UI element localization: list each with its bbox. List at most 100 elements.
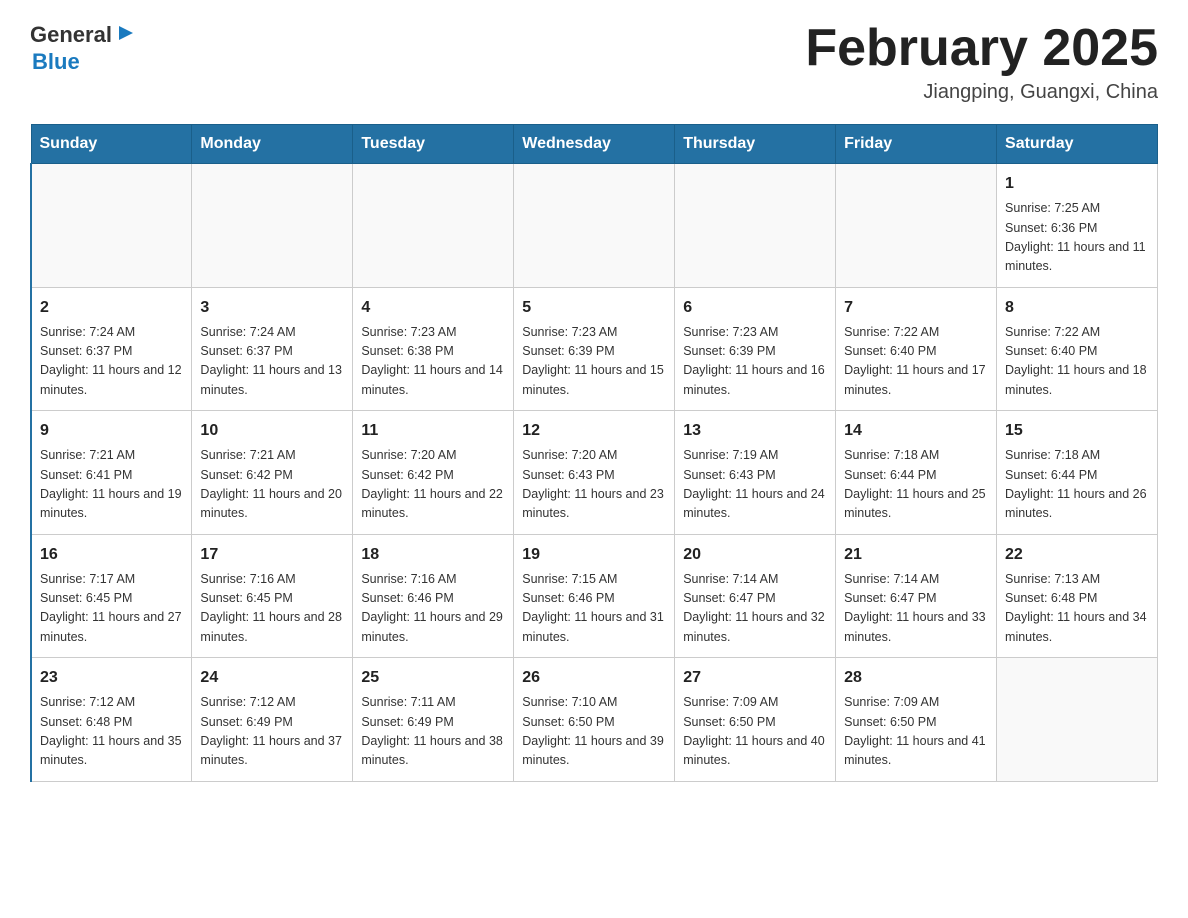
calendar-day-cell: 23 Sunrise: 7:12 AMSunset: 6:48 PMDayligh… (31, 658, 192, 782)
day-info: Sunrise: 7:10 AMSunset: 6:50 PMDaylight:… (522, 693, 666, 771)
day-info: Sunrise: 7:24 AMSunset: 6:37 PMDaylight:… (40, 323, 183, 401)
calendar-day-cell: 27Sunrise: 7:09 AMSunset: 6:50 PMDayligh… (675, 658, 836, 782)
day-number: 12 (522, 419, 666, 443)
calendar-day-cell: 25 Sunrise: 7:11 AMSunset: 6:49 PMDayligh… (353, 658, 514, 782)
day-number: 25 (361, 666, 505, 690)
calendar-header: Sunday Monday Tuesday Wednesday Thursday… (31, 125, 1158, 164)
calendar-day-cell: 16 Sunrise: 7:17 AMSunset: 6:45 PMDayligh… (31, 534, 192, 658)
day-info: Sunrise: 7:18 AMSunset: 6:44 PMDaylight:… (1005, 446, 1149, 524)
day-number: 11 (361, 419, 505, 443)
day-number: 15 (1005, 419, 1149, 443)
day-info: Sunrise: 7:21 AMSunset: 6:41 PMDaylight:… (40, 446, 183, 524)
day-info: Sunrise: 7:14 AMSunset: 6:47 PMDaylight:… (844, 570, 988, 648)
calendar-day-cell: 14Sunrise: 7:18 AMSunset: 6:44 PMDayligh… (836, 411, 997, 535)
calendar-day-cell: 19 Sunrise: 7:15 AMSunset: 6:46 PMDayligh… (514, 534, 675, 658)
calendar-day-cell (675, 164, 836, 288)
day-info: Sunrise: 7:16 AMSunset: 6:45 PMDaylight:… (200, 570, 344, 648)
day-number: 2 (40, 296, 183, 320)
day-number: 24 (200, 666, 344, 690)
logo: General Blue (30, 20, 137, 75)
col-monday: Monday (192, 125, 353, 164)
calendar-day-cell: 8 Sunrise: 7:22 AMSunset: 6:40 PMDaylight… (997, 287, 1158, 411)
day-info: Sunrise: 7:18 AMSunset: 6:44 PMDaylight:… (844, 446, 988, 524)
calendar-day-cell: 7 Sunrise: 7:22 AMSunset: 6:40 PMDaylight… (836, 287, 997, 411)
day-number: 20 (683, 543, 827, 567)
calendar-day-cell: 4Sunrise: 7:23 AMSunset: 6:38 PMDaylight… (353, 287, 514, 411)
day-info: Sunrise: 7:23 AMSunset: 6:39 PMDaylight:… (683, 323, 827, 401)
calendar-week-row: 2 Sunrise: 7:24 AMSunset: 6:37 PMDaylight… (31, 287, 1158, 411)
day-number: 18 (361, 543, 505, 567)
day-info: Sunrise: 7:14 AMSunset: 6:47 PMDaylight:… (683, 570, 827, 648)
col-sunday: Sunday (31, 125, 192, 164)
day-info: Sunrise: 7:20 AMSunset: 6:42 PMDaylight:… (361, 446, 505, 524)
calendar-day-cell: 21 Sunrise: 7:14 AMSunset: 6:47 PMDayligh… (836, 534, 997, 658)
logo-arrow-icon (115, 22, 137, 44)
calendar-day-cell (836, 164, 997, 288)
days-of-week-row: Sunday Monday Tuesday Wednesday Thursday… (31, 125, 1158, 164)
location-subtitle: Jiangping, Guangxi, China (805, 81, 1158, 104)
day-number: 23 (40, 666, 183, 690)
day-info: Sunrise: 7:22 AMSunset: 6:40 PMDaylight:… (844, 323, 988, 401)
day-number: 9 (40, 419, 183, 443)
col-saturday: Saturday (997, 125, 1158, 164)
calendar-day-cell: 15 Sunrise: 7:18 AMSunset: 6:44 PMDayligh… (997, 411, 1158, 535)
calendar-day-cell (353, 164, 514, 288)
day-info: Sunrise: 7:24 AMSunset: 6:37 PMDaylight:… (200, 323, 344, 401)
calendar-day-cell: 22Sunrise: 7:13 AMSunset: 6:48 PMDayligh… (997, 534, 1158, 658)
calendar-day-cell: 11 Sunrise: 7:20 AMSunset: 6:42 PMDayligh… (353, 411, 514, 535)
calendar-day-cell: 9 Sunrise: 7:21 AMSunset: 6:41 PMDaylight… (31, 411, 192, 535)
day-info: Sunrise: 7:09 AMSunset: 6:50 PMDaylight:… (844, 693, 988, 771)
day-info: Sunrise: 7:15 AMSunset: 6:46 PMDaylight:… (522, 570, 666, 648)
calendar-table: Sunday Monday Tuesday Wednesday Thursday… (30, 124, 1158, 782)
day-info: Sunrise: 7:22 AMSunset: 6:40 PMDaylight:… (1005, 323, 1149, 401)
calendar-day-cell: 6 Sunrise: 7:23 AMSunset: 6:39 PMDaylight… (675, 287, 836, 411)
day-number: 10 (200, 419, 344, 443)
calendar-week-row: 1 Sunrise: 7:25 AMSunset: 6:36 PMDaylight… (31, 164, 1158, 288)
day-number: 13 (683, 419, 827, 443)
calendar-day-cell: 13 Sunrise: 7:19 AMSunset: 6:43 PMDayligh… (675, 411, 836, 535)
day-number: 7 (844, 296, 988, 320)
day-number: 4 (361, 296, 505, 320)
day-info: Sunrise: 7:19 AMSunset: 6:43 PMDaylight:… (683, 446, 827, 524)
calendar-day-cell: 5 Sunrise: 7:23 AMSunset: 6:39 PMDaylight… (514, 287, 675, 411)
calendar-day-cell: 24 Sunrise: 7:12 AMSunset: 6:49 PMDayligh… (192, 658, 353, 782)
day-info: Sunrise: 7:11 AMSunset: 6:49 PMDaylight:… (361, 693, 505, 771)
day-info: Sunrise: 7:25 AMSunset: 6:36 PMDaylight:… (1005, 199, 1149, 277)
calendar-day-cell: 17 Sunrise: 7:16 AMSunset: 6:45 PMDayligh… (192, 534, 353, 658)
calendar-day-cell (514, 164, 675, 288)
calendar-week-row: 23 Sunrise: 7:12 AMSunset: 6:48 PMDayligh… (31, 658, 1158, 782)
calendar-day-cell: 26Sunrise: 7:10 AMSunset: 6:50 PMDayligh… (514, 658, 675, 782)
day-info: Sunrise: 7:12 AMSunset: 6:48 PMDaylight:… (40, 693, 183, 771)
day-number: 19 (522, 543, 666, 567)
col-wednesday: Wednesday (514, 125, 675, 164)
calendar-day-cell: 2 Sunrise: 7:24 AMSunset: 6:37 PMDaylight… (31, 287, 192, 411)
calendar-day-cell: 18 Sunrise: 7:16 AMSunset: 6:46 PMDayligh… (353, 534, 514, 658)
day-number: 17 (200, 543, 344, 567)
day-number: 28 (844, 666, 988, 690)
logo-blue-text: Blue (32, 49, 137, 75)
day-number: 3 (200, 296, 344, 320)
calendar-day-cell: 10 Sunrise: 7:21 AMSunset: 6:42 PMDayligh… (192, 411, 353, 535)
day-info: Sunrise: 7:21 AMSunset: 6:42 PMDaylight:… (200, 446, 344, 524)
day-info: Sunrise: 7:23 AMSunset: 6:39 PMDaylight:… (522, 323, 666, 401)
calendar-day-cell (31, 164, 192, 288)
day-number: 6 (683, 296, 827, 320)
calendar-day-cell: 3 Sunrise: 7:24 AMSunset: 6:37 PMDaylight… (192, 287, 353, 411)
day-number: 8 (1005, 296, 1149, 320)
day-info: Sunrise: 7:13 AMSunset: 6:48 PMDaylight:… (1005, 570, 1149, 648)
calendar-day-cell (192, 164, 353, 288)
day-number: 1 (1005, 172, 1149, 196)
day-info: Sunrise: 7:17 AMSunset: 6:45 PMDaylight:… (40, 570, 183, 648)
calendar-day-cell: 20 Sunrise: 7:14 AMSunset: 6:47 PMDayligh… (675, 534, 836, 658)
day-info: Sunrise: 7:12 AMSunset: 6:49 PMDaylight:… (200, 693, 344, 771)
day-number: 16 (40, 543, 183, 567)
day-number: 21 (844, 543, 988, 567)
col-tuesday: Tuesday (353, 125, 514, 164)
day-info: Sunrise: 7:20 AMSunset: 6:43 PMDaylight:… (522, 446, 666, 524)
day-info: Sunrise: 7:16 AMSunset: 6:46 PMDaylight:… (361, 570, 505, 648)
col-friday: Friday (836, 125, 997, 164)
month-title: February 2025 (805, 20, 1158, 77)
calendar-day-cell: 1 Sunrise: 7:25 AMSunset: 6:36 PMDaylight… (997, 164, 1158, 288)
day-number: 5 (522, 296, 666, 320)
page-header: General Blue February 2025 Jiangping, Gu… (30, 20, 1158, 104)
